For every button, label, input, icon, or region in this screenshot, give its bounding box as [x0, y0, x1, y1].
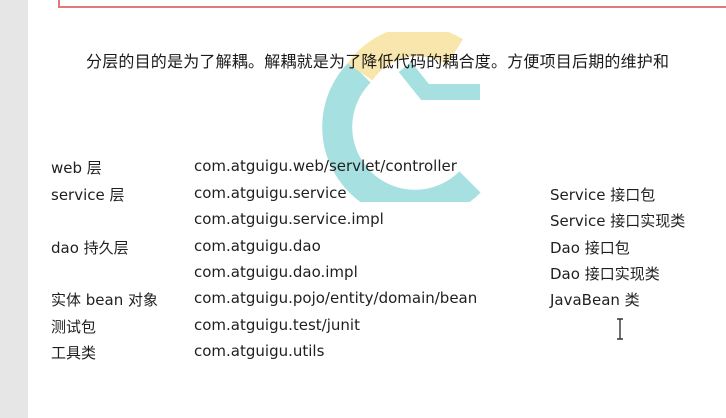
- table-cell-package: com.atguigu.test/junit: [194, 316, 360, 334]
- table-cell-layer: 工具类: [51, 344, 97, 362]
- table-cell-package: com.atguigu.service.impl: [194, 210, 384, 228]
- table-cell-note: Dao 接口包: [550, 239, 630, 257]
- document-page: 分层的目的是为了解耦。解耦就是为了降低代码的耦合度。方便项目后期的维护和 web…: [28, 0, 726, 418]
- table-cell-note: Service 接口实现类: [550, 212, 686, 230]
- table-cell-package: com.atguigu.pojo/entity/domain/bean: [194, 289, 478, 307]
- intro-paragraph: 分层的目的是为了解耦。解耦就是为了降低代码的耦合度。方便项目后期的维护和: [86, 52, 670, 71]
- table-cell-layer: 测试包: [51, 318, 97, 336]
- table-cell-note: Service 接口包: [550, 186, 656, 204]
- table-cell-package: com.atguigu.web/servlet/controller: [194, 157, 457, 175]
- table-cell-layer: service 层: [51, 186, 125, 204]
- text-cursor-icon: [617, 318, 623, 340]
- table-cell-layer: web 层: [51, 159, 102, 177]
- table-cell-layer: dao 持久层: [51, 239, 129, 257]
- table-cell-package: com.atguigu.service: [194, 184, 347, 202]
- previous-code-box: [58, 0, 726, 8]
- table-cell-package: com.atguigu.dao.impl: [194, 263, 358, 281]
- table-cell-package: com.atguigu.utils: [194, 342, 325, 360]
- table-cell-package: com.atguigu.dao: [194, 237, 321, 255]
- table-cell-note: JavaBean 类: [550, 291, 640, 309]
- table-cell-note: Dao 接口实现类: [550, 265, 660, 283]
- table-cell-layer: 实体 bean 对象: [51, 291, 158, 309]
